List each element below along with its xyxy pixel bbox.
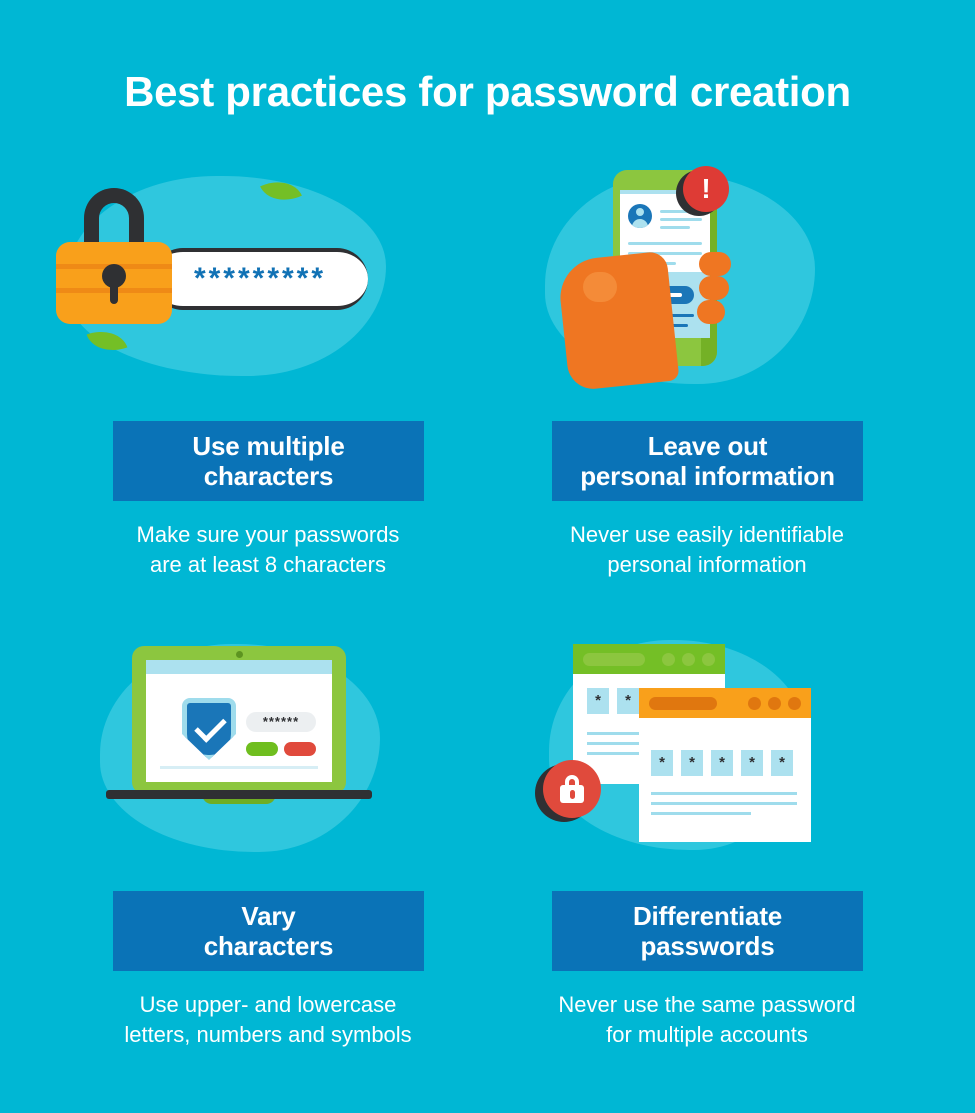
laptop-screen: ****** xyxy=(146,660,332,782)
window-dot-icon xyxy=(702,653,715,666)
card-heading: Leave out personal information xyxy=(580,431,835,491)
card-banner: Use multiple characters xyxy=(113,421,424,501)
cancel-button xyxy=(284,742,316,756)
browser-window-front: * * * * * xyxy=(639,688,811,842)
finger-icon xyxy=(697,300,725,324)
confirm-button xyxy=(246,742,278,756)
card-banner: Differentiate passwords xyxy=(552,891,863,971)
window-dot-icon xyxy=(748,697,761,710)
password-masked-value: ********* xyxy=(193,262,327,295)
address-bar xyxy=(649,697,717,710)
asterisk-box: * xyxy=(651,750,673,776)
finger-icon xyxy=(699,252,731,276)
window-dot-icon xyxy=(768,697,781,710)
laptop-icon: ****** xyxy=(132,646,346,794)
password-field: ****** xyxy=(246,712,316,732)
text-line xyxy=(660,218,702,221)
address-bar xyxy=(583,653,645,666)
text-line xyxy=(651,802,797,805)
text-line xyxy=(628,242,702,245)
illustration-hand-phone-alert: ! xyxy=(487,160,927,398)
asterisk-box: * xyxy=(711,750,733,776)
webcam-icon xyxy=(236,651,243,658)
infographic-page: Best practices for password creation ***… xyxy=(0,0,975,1113)
thumb-icon xyxy=(583,272,617,302)
card-use-multiple-characters: ********* Use multiple characters Make su… xyxy=(48,160,488,577)
asterisk-box: * xyxy=(741,750,763,776)
padlock-keyhole-icon xyxy=(102,264,126,304)
window-dot-icon xyxy=(682,653,695,666)
finger-icon xyxy=(699,276,729,300)
illustration-laptop-shield: ****** xyxy=(48,630,488,868)
divider xyxy=(160,766,318,769)
page-title: Best practices for password creation xyxy=(124,68,851,115)
padlock-icon xyxy=(560,775,584,803)
text-line xyxy=(651,792,797,795)
illustration-browser-windows-lock: * * * * * * * xyxy=(487,630,927,868)
card-caption: Never use the same password for multiple … xyxy=(558,992,856,1047)
card-caption: Use upper- and lowercase letters, numbers… xyxy=(124,992,412,1047)
browser-title-bar xyxy=(573,644,725,674)
card-heading: Vary characters xyxy=(203,901,334,961)
card-heading: Differentiate passwords xyxy=(632,901,783,961)
text-line xyxy=(651,812,751,815)
browser-title-bar xyxy=(639,688,811,718)
card-heading: Use multiple characters xyxy=(192,431,345,491)
card-vary-characters: ****** Vary characters Use upper- and low… xyxy=(48,630,488,1047)
asterisk-box: * xyxy=(617,688,639,714)
card-banner: Leave out personal information xyxy=(552,421,863,501)
window-dot-icon xyxy=(788,697,801,710)
asterisk-box: * xyxy=(771,750,793,776)
screen-top-bar xyxy=(146,660,332,674)
asterisk-box: * xyxy=(587,688,609,714)
card-leave-out-personal-information: ! Leave out personal information Never us… xyxy=(487,160,927,577)
laptop-base xyxy=(106,790,372,799)
card-differentiate-passwords: * * * * * * * Differentiate passwords Ne… xyxy=(487,630,927,1047)
hand-icon xyxy=(556,250,680,392)
card-caption: Make sure your passwords are at least 8 c… xyxy=(136,522,400,577)
alert-exclamation-icon: ! xyxy=(683,166,729,212)
window-dot-icon xyxy=(662,653,675,666)
card-banner: Vary characters xyxy=(113,891,424,971)
illustration-padlock-password: ********* xyxy=(48,160,488,398)
password-field: ********* xyxy=(152,248,368,310)
asterisk-box: * xyxy=(681,750,703,776)
avatar xyxy=(628,204,652,228)
lock-badge xyxy=(543,760,601,818)
padlock-keyhole-icon xyxy=(570,790,575,799)
card-caption: Never use easily identifiable personal in… xyxy=(570,522,844,577)
padlock-body-icon xyxy=(56,242,172,324)
text-line xyxy=(660,226,690,229)
